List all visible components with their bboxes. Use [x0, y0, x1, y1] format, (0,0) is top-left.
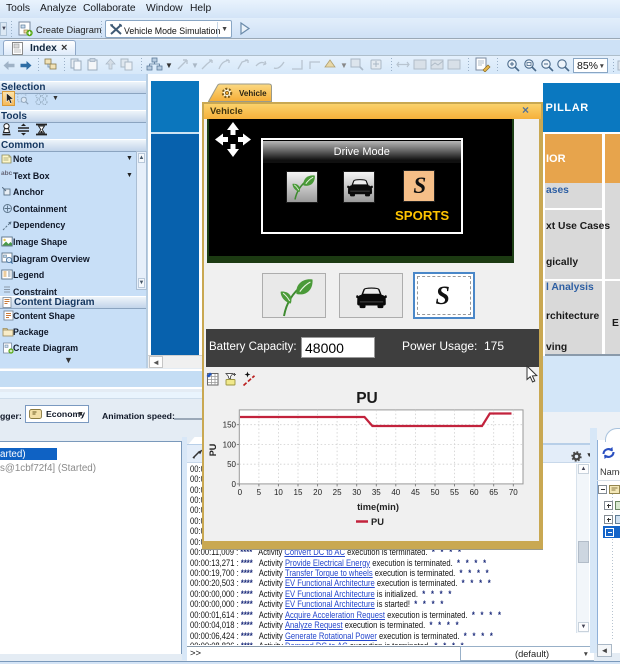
svg-text:100: 100 — [223, 440, 237, 449]
svg-text:0: 0 — [238, 488, 243, 497]
svg-text:10: 10 — [274, 488, 283, 497]
svg-text:0: 0 — [232, 480, 237, 489]
svg-text:55: 55 — [450, 488, 459, 497]
svg-text:35: 35 — [372, 488, 381, 497]
svg-text:Vehicle: Vehicle — [239, 89, 267, 98]
svg-text:15: 15 — [294, 488, 303, 497]
svg-text:PU: PU — [371, 517, 384, 527]
svg-text:20: 20 — [313, 488, 322, 497]
svg-text:30: 30 — [352, 488, 361, 497]
svg-text:40: 40 — [391, 488, 400, 497]
svg-text:50: 50 — [227, 460, 236, 469]
svg-text:25: 25 — [333, 488, 342, 497]
svg-text:PU: PU — [208, 444, 218, 457]
svg-text:time(min): time(min) — [357, 502, 399, 512]
svg-text:45: 45 — [411, 488, 420, 497]
svg-text:65: 65 — [489, 488, 498, 497]
svg-text:60: 60 — [470, 488, 479, 497]
svg-text:70: 70 — [509, 488, 518, 497]
svg-text:50: 50 — [431, 488, 440, 497]
svg-text:150: 150 — [223, 421, 237, 430]
svg-text:5: 5 — [257, 488, 262, 497]
